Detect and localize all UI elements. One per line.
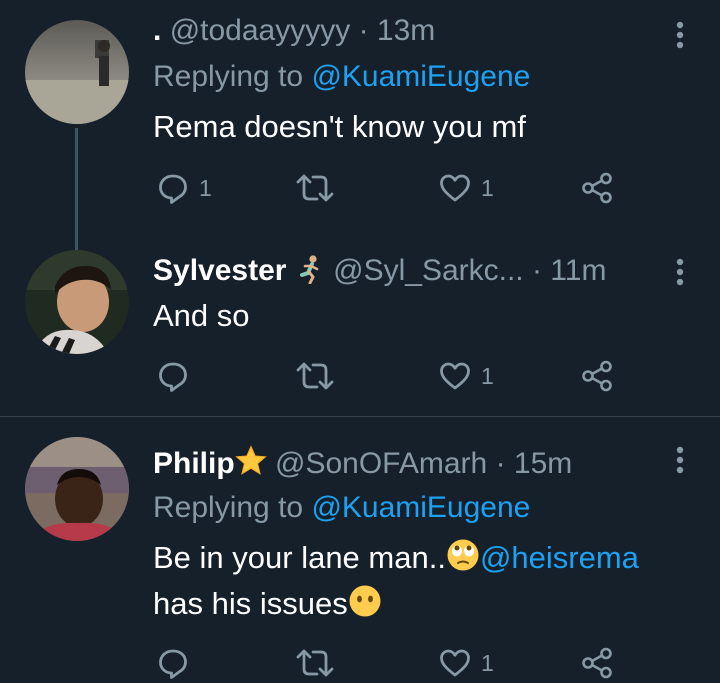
replying-prefix: Replying to <box>153 60 304 93</box>
share-button[interactable] <box>581 356 613 396</box>
replying-prefix: Replying to <box>153 491 304 524</box>
retweet-icon <box>296 362 334 390</box>
share-icon <box>582 172 612 204</box>
retweet-button[interactable] <box>295 168 345 208</box>
more-options-icon[interactable] <box>672 20 688 50</box>
like-button[interactable]: 1 <box>439 168 494 208</box>
retweet-icon <box>296 174 334 202</box>
like-count: 1 <box>481 362 494 389</box>
tweet-header: Philip @SonOFAmarh · 15m <box>153 445 572 486</box>
tweet-text: And so <box>153 298 250 333</box>
retweet-icon <box>296 649 334 677</box>
tweet-actions: 1 <box>153 356 623 396</box>
share-icon <box>582 647 612 679</box>
tweet-text: Rema doesn't know you mf <box>153 109 526 144</box>
replying-mention-link[interactable]: @KuamiEugene <box>311 491 530 524</box>
share-button[interactable] <box>581 168 613 208</box>
handle[interactable]: @SonOFAmarh <box>275 447 487 480</box>
tweet-text-line-1: Be in your lane man.. @heisrema <box>153 535 639 585</box>
reply-icon <box>159 362 187 392</box>
timestamp[interactable]: · 11m <box>532 254 606 287</box>
replying-to: Replying to @KuamiEugene <box>153 490 530 526</box>
thread-line <box>75 128 78 244</box>
reply-count: 1 <box>199 174 212 201</box>
reply-icon <box>159 174 187 204</box>
retweet-button[interactable] <box>295 643 345 683</box>
face-without-mouth-emoji <box>348 584 382 631</box>
display-name[interactable]: Sylvester <box>153 254 286 287</box>
tweet-2[interactable]: Sylvester @Syl_Sarkc... · 11m And so 1 <box>0 240 720 416</box>
share-icon <box>582 360 612 392</box>
heart-icon <box>440 362 470 390</box>
reply-icon <box>159 649 187 679</box>
star-emoji <box>234 445 267 486</box>
reply-button[interactable] <box>157 643 199 683</box>
more-options-icon[interactable] <box>672 445 688 475</box>
tweet-actions: 1 <box>153 643 623 683</box>
share-button[interactable] <box>581 643 613 683</box>
tweet-actions: 1 1 <box>153 168 623 208</box>
heart-icon <box>440 174 470 202</box>
face-with-rolling-eyes-emoji <box>446 538 480 585</box>
handle[interactable]: @todaayyyyy <box>170 14 351 47</box>
replying-to: Replying to @KuamiEugene <box>153 59 530 95</box>
heart-icon <box>440 649 470 677</box>
tweet-3[interactable]: Philip @SonOFAmarh · 15m Replying to @Ku… <box>0 417 720 682</box>
avatar-sylvester[interactable] <box>25 250 129 354</box>
timestamp[interactable]: · 13m <box>359 14 436 47</box>
thread-line <box>75 240 78 250</box>
avatar-philip[interactable] <box>25 437 129 541</box>
person-running-emoji <box>295 254 325 293</box>
like-count: 1 <box>481 649 494 676</box>
timestamp[interactable]: · 15m <box>496 447 573 480</box>
tweet-header: Sylvester @Syl_Sarkc... · 11m <box>153 253 606 293</box>
text-segment: Be in your lane man.. <box>153 540 446 575</box>
like-button[interactable]: 1 <box>439 643 494 683</box>
tweet-text-line-2: has his issues <box>153 581 382 631</box>
handle[interactable]: @Syl_Sarkc... <box>333 254 524 287</box>
retweet-button[interactable] <box>295 356 345 396</box>
like-button[interactable]: 1 <box>439 356 494 396</box>
tweet-header: . @todaayyyyy · 13m <box>153 13 435 49</box>
display-name[interactable]: Philip <box>153 447 235 480</box>
display-name[interactable]: . <box>153 14 161 47</box>
tweet-1[interactable]: . @todaayyyyy · 13m Replying to @KuamiEu… <box>0 0 720 244</box>
reply-button[interactable]: 1 <box>157 168 212 208</box>
text-mention-link[interactable]: @heisrema <box>480 540 639 575</box>
reply-button[interactable] <box>157 356 199 396</box>
text-segment: has his issues <box>153 586 348 621</box>
replying-mention-link[interactable]: @KuamiEugene <box>311 60 530 93</box>
like-count: 1 <box>481 174 494 201</box>
more-options-icon[interactable] <box>672 257 688 287</box>
avatar-todaayyyyy[interactable] <box>25 20 129 124</box>
